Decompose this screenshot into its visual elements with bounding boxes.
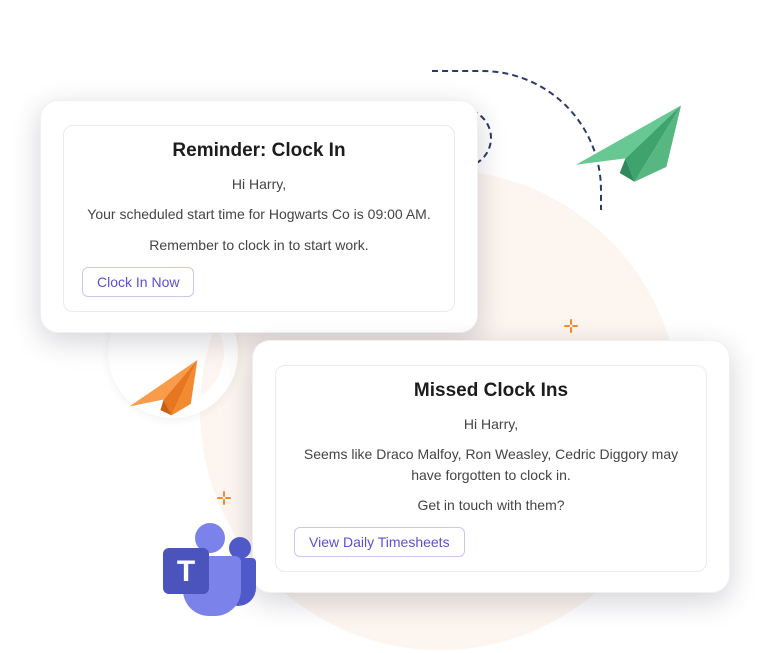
- paper-plane-orange-icon: [119, 353, 212, 437]
- reminder-greeting: Hi Harry,: [82, 174, 436, 194]
- reminder-card-body: Reminder: Clock In Hi Harry, Your schedu…: [63, 125, 455, 312]
- microsoft-teams-icon: T: [155, 520, 265, 625]
- view-daily-timesheets-button[interactable]: View Daily Timesheets: [294, 527, 465, 557]
- sparkle-icon: [216, 490, 232, 506]
- paper-plane-green-icon: [566, 95, 695, 210]
- teams-letter: T: [177, 555, 195, 588]
- reminder-line-2: Remember to clock in to start work.: [82, 235, 436, 255]
- reminder-card: Reminder: Clock In Hi Harry, Your schedu…: [40, 100, 478, 333]
- clock-in-now-button[interactable]: Clock In Now: [82, 267, 194, 297]
- missed-line-1: Seems like Draco Malfoy, Ron Weasley, Ce…: [294, 444, 688, 485]
- missed-greeting: Hi Harry,: [294, 414, 688, 434]
- illustration-stage: Reminder: Clock In Hi Harry, Your schedu…: [0, 0, 768, 653]
- sparkle-icon: [563, 318, 579, 334]
- missed-clock-ins-card: Missed Clock Ins Hi Harry, Seems like Dr…: [252, 340, 730, 593]
- reminder-line-1: Your scheduled start time for Hogwarts C…: [82, 204, 436, 224]
- missed-line-2: Get in touch with them?: [294, 495, 688, 515]
- missed-card-body: Missed Clock Ins Hi Harry, Seems like Dr…: [275, 365, 707, 572]
- missed-title: Missed Clock Ins: [294, 380, 688, 402]
- reminder-title: Reminder: Clock In: [82, 140, 436, 162]
